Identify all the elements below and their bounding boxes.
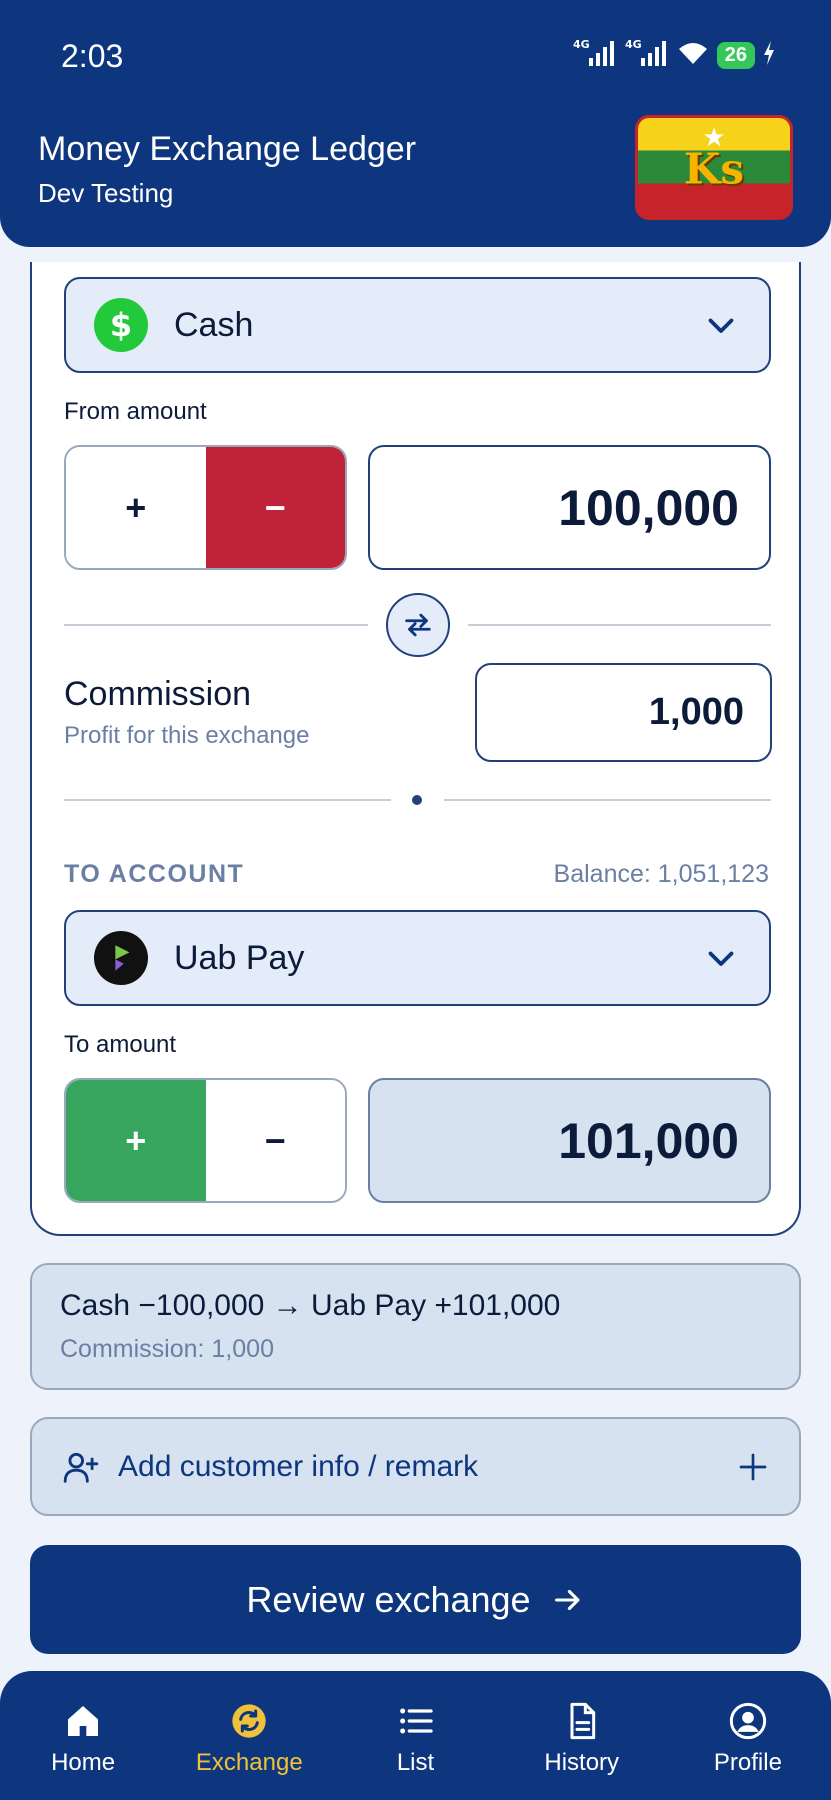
nav-list[interactable]: List (332, 1671, 498, 1800)
divider (64, 799, 391, 801)
nav-list-label: List (396, 1749, 435, 1776)
commission-input[interactable]: 1,000 (475, 663, 772, 762)
to-amount-label: To amount (64, 1031, 177, 1058)
charging-icon (763, 41, 775, 70)
add-remark-label: Add customer info / remark (118, 1449, 479, 1483)
nav-history[interactable]: History (499, 1671, 665, 1800)
divider-dot (412, 795, 422, 805)
plus-icon (739, 1453, 767, 1480)
commission-subtitle: Profit for this exchange (64, 722, 310, 749)
to-sign-toggle: + − (64, 1078, 347, 1203)
app-logo: ★ Ks (635, 115, 793, 220)
nav-history-label: History (544, 1749, 620, 1776)
document-icon (570, 1702, 595, 1740)
divider (444, 799, 771, 801)
from-account-select[interactable]: $ Cash (64, 277, 771, 373)
divider (468, 624, 771, 626)
app-header: 2:03 4G 4G 26 Money Exchange Ledger Dev … (0, 0, 831, 247)
nav-profile[interactable]: Profile (665, 1671, 831, 1800)
add-remark-button[interactable]: Add customer info / remark (30, 1417, 801, 1516)
wifi-icon (677, 40, 709, 71)
from-amount-input[interactable]: 100,000 (368, 445, 771, 570)
to-minus-button[interactable]: − (205, 1080, 345, 1201)
from-sign-toggle: + − (64, 445, 347, 570)
chevron-down-icon (708, 318, 734, 333)
from-amount-label: From amount (64, 398, 207, 425)
exchange-summary: Cash −100,000 → Uab Pay +101,000 Commiss… (30, 1263, 801, 1390)
chevron-down-icon (708, 951, 734, 966)
signal-icon: 4G (573, 38, 617, 73)
status-icons: 4G 4G 26 (573, 38, 775, 73)
status-time: 2:03 (61, 38, 124, 74)
home-icon (68, 1706, 99, 1736)
from-account-label: Cash (174, 305, 254, 344)
swap-icon (405, 613, 431, 637)
to-plus-button[interactable]: + (66, 1080, 206, 1201)
review-exchange-label: Review exchange (246, 1578, 531, 1620)
to-amount-field: 101,000 (368, 1078, 771, 1203)
summary-commission: Commission: 1,000 (60, 1335, 274, 1363)
profile-icon (729, 1702, 767, 1740)
signal-icon-2: 4G (625, 38, 669, 73)
divider (64, 624, 368, 626)
to-account-select[interactable]: Uab Pay (64, 910, 771, 1006)
to-account-label-text: Uab Pay (174, 938, 305, 977)
logo-text: Ks (683, 144, 745, 194)
nav-profile-label: Profile (713, 1749, 782, 1776)
app-subtitle: Dev Testing (38, 178, 174, 208)
nav-exchange-label: Exchange (195, 1749, 303, 1776)
app-title: Money Exchange Ledger (38, 130, 417, 168)
nav-home-label: Home (51, 1749, 116, 1776)
arrow-right-icon (554, 1589, 580, 1610)
from-plus-button[interactable]: + (66, 447, 206, 568)
battery-indicator: 26 (716, 42, 755, 69)
nav-home[interactable]: Home (0, 1671, 166, 1800)
to-account-label: TO ACCOUNT (64, 860, 245, 888)
signal-2-label: 4G (625, 38, 642, 51)
review-exchange-button[interactable]: Review exchange (30, 1545, 801, 1654)
svg-text:$: $ (110, 306, 132, 344)
add-user-icon (63, 1452, 99, 1483)
balance-text: Balance: 1,051,123 (553, 860, 769, 888)
summary-main: Cash −100,000 → Uab Pay +101,000 (60, 1289, 561, 1322)
nav-exchange[interactable]: Exchange (166, 1671, 332, 1800)
from-minus-button[interactable]: − (205, 447, 345, 568)
uab-pay-icon (94, 931, 148, 985)
exchange-icon (232, 1704, 266, 1738)
cash-icon: $ (94, 298, 148, 352)
bottom-nav: Home Exchange List History Profile (0, 1671, 831, 1800)
exchange-card: $ Cash From amount + − 100,000 Commissio… (30, 262, 801, 1236)
signal-1-label: 4G (573, 38, 590, 51)
list-icon (399, 1708, 433, 1734)
commission-title: Commission (64, 675, 252, 713)
swap-button[interactable] (386, 593, 450, 657)
